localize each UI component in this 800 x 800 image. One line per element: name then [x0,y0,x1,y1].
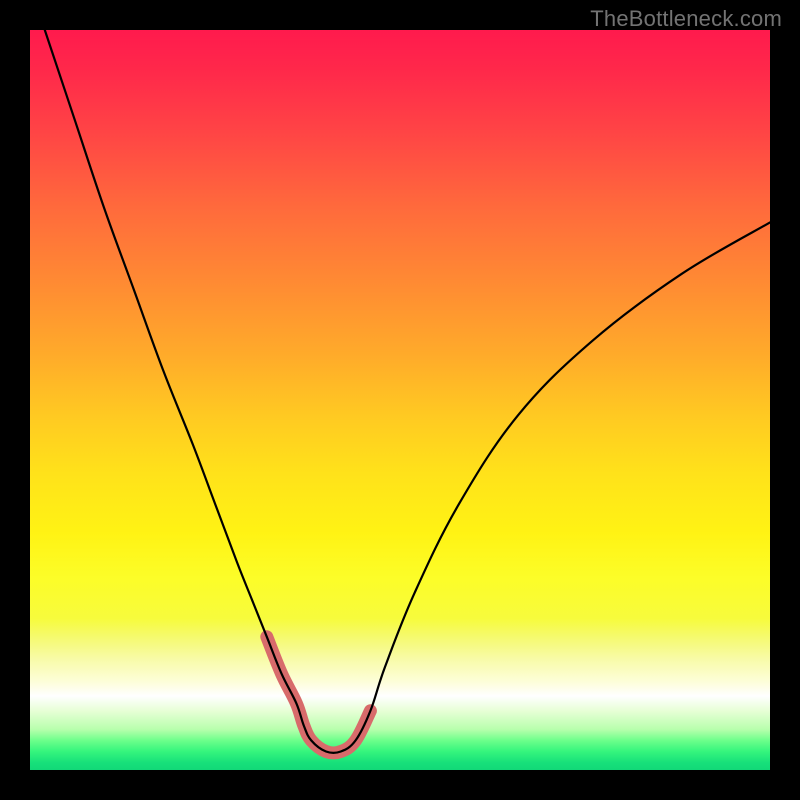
chart-frame: TheBottleneck.com [0,0,800,800]
plot-area [30,30,770,770]
watermark-text: TheBottleneck.com [590,6,782,32]
bottleneck-curve [45,30,770,753]
chart-svg [30,30,770,770]
sweet-spot-highlight [267,637,371,753]
